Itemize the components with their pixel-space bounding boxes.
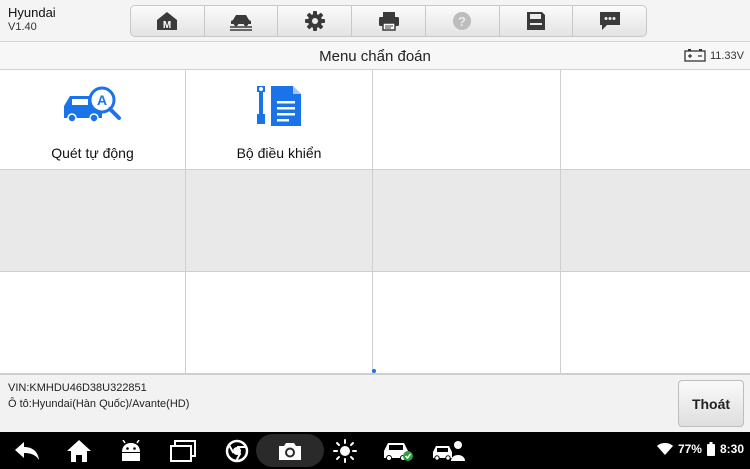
home-m-icon: M [157, 12, 178, 31]
back-button[interactable] [10, 432, 44, 469]
car-person-icon [433, 440, 465, 461]
home-nav-button[interactable] [62, 432, 96, 469]
recent-apps-icon [170, 439, 196, 462]
grid-empty-cell [561, 272, 750, 374]
screenshot-button[interactable] [256, 434, 324, 467]
grid-empty-cell [561, 170, 750, 272]
vehicle-info-text: Ô tô:Hyundai(Hàn Quốc)/Avante(HD) [8, 398, 190, 410]
toolbar: M ? [130, 5, 647, 37]
exit-button[interactable]: Thoát [678, 380, 744, 427]
brightness-icon [333, 438, 357, 463]
grid-empty-cell [373, 70, 561, 170]
car-connected-icon [384, 442, 413, 461]
auto-scan-car-icon: A [63, 86, 121, 123]
vehicle-lift-icon [230, 15, 253, 31]
message-icon [599, 12, 620, 30]
message-button[interactable] [573, 6, 646, 36]
wifi-icon [656, 442, 673, 455]
brand-block: Hyundai V1.40 [8, 6, 56, 34]
grid-empty-cell [0, 272, 186, 374]
status-area: 77% 8:30 [656, 442, 744, 456]
brightness-button[interactable] [328, 432, 362, 469]
control-unit-icon [257, 86, 301, 126]
voltage-value: 11.33V [709, 49, 744, 62]
car-battery-icon [684, 49, 706, 62]
android-button[interactable] [114, 432, 148, 469]
grid-empty-cell [373, 272, 561, 374]
chrome-icon [225, 439, 249, 462]
clock: 8:30 [719, 442, 744, 456]
grid-empty-cell [561, 70, 750, 170]
menu-item-label: Bộ điều khiển [236, 145, 322, 161]
battery-percent: 77% [677, 442, 702, 456]
remote-support-button[interactable] [430, 432, 466, 469]
save-icon [526, 12, 545, 30]
browser-button[interactable] [220, 432, 254, 469]
page-title: Menu chẩn đoán [319, 48, 431, 65]
page-indicator-dot [372, 369, 376, 373]
menu-item-label: Quét tự động [51, 145, 134, 161]
help-icon: ? [453, 12, 472, 30]
vin-text: VIN:KMHDU46D38U322851 [8, 382, 147, 394]
brand-name: Hyundai [8, 5, 56, 20]
title-bar: Menu chẩn đoán 11.33V [0, 42, 750, 70]
help-button[interactable]: ? [426, 6, 500, 36]
back-arrow-icon [15, 441, 39, 460]
svg-text:M: M [163, 20, 171, 31]
svg-text:?: ? [458, 14, 466, 29]
settings-button[interactable] [278, 6, 353, 36]
grid-empty-cell [373, 170, 561, 272]
menu-grid: A Quét tự động Bộ điều khiển [0, 70, 750, 374]
vehicle-connect-button[interactable] [380, 432, 416, 469]
vehicle-button[interactable] [205, 6, 279, 36]
camera-icon [279, 442, 301, 460]
recent-apps-button[interactable] [166, 432, 200, 469]
menu-item-control-unit[interactable]: Bộ điều khiển [186, 70, 373, 170]
home-button[interactable]: M [131, 6, 205, 36]
system-nav-bar: 77% 8:30 [0, 432, 750, 469]
gear-icon [304, 11, 325, 31]
printer-icon [378, 12, 399, 31]
footer-bar: VIN:KMHDU46D38U322851 Ô tô:Hyundai(Hàn Q… [0, 374, 750, 432]
battery-voltage: 11.33V [684, 49, 744, 62]
grid-empty-cell [186, 272, 373, 374]
android-icon [122, 439, 140, 461]
grid-empty-cell [0, 170, 186, 272]
app-version: V1.40 [8, 21, 37, 33]
battery-icon [706, 442, 715, 456]
grid-empty-cell [186, 170, 373, 272]
menu-item-auto-scan[interactable]: A Quét tự động [0, 70, 186, 170]
print-button[interactable] [352, 6, 426, 36]
save-button[interactable] [500, 6, 574, 36]
svg-text:A: A [96, 92, 106, 108]
house-icon [67, 439, 91, 462]
top-bar: Hyundai V1.40 M ? [0, 0, 750, 42]
